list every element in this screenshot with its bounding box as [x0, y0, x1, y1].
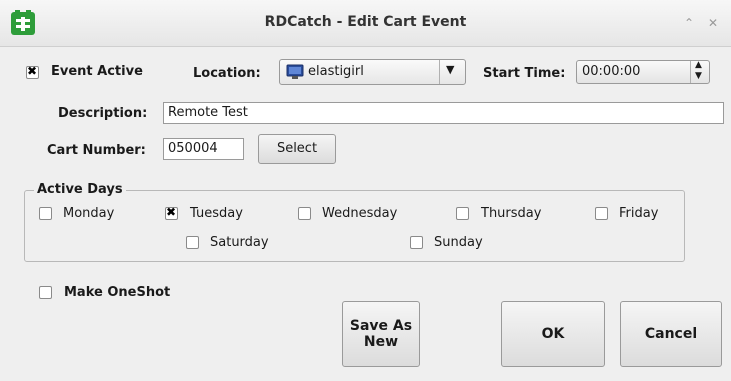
event-active-checkbox[interactable]	[26, 64, 39, 79]
chevron-down-icon: ▼	[446, 63, 455, 76]
save-as-new-line1: Save As	[349, 318, 413, 334]
edit-cart-event-dialog: RDCatch - Edit Cart Event ⌃ ✕ Event Acti…	[0, 0, 731, 381]
description-input[interactable]: Remote Test	[163, 102, 724, 124]
cancel-button[interactable]: Cancel	[620, 301, 722, 367]
save-as-new-line2: New	[363, 334, 399, 350]
location-value: elastigirl	[308, 64, 364, 79]
location-combobox[interactable]: elastigirl ▼	[279, 59, 466, 85]
monday-checkbox[interactable]	[39, 207, 52, 220]
sunday-checkbox[interactable]	[410, 236, 423, 249]
thursday-label: Thursday	[481, 206, 542, 221]
chevron-up-icon: ⌃	[683, 16, 695, 30]
description-label: Description:	[58, 106, 148, 121]
maximize-button[interactable]: ⌃	[677, 11, 701, 35]
location-label: Location:	[193, 66, 261, 81]
monday-label: Monday	[63, 206, 115, 221]
spin-down-icon[interactable]: ▼	[695, 71, 702, 81]
wednesday-checkbox[interactable]	[298, 207, 311, 220]
tuesday-checkbox[interactable]	[165, 205, 178, 220]
saturday-checkbox[interactable]	[186, 236, 199, 249]
close-button[interactable]: ✕	[701, 11, 725, 35]
saturday-label: Saturday	[210, 235, 269, 250]
cart-number-label: Cart Number:	[47, 143, 146, 158]
event-active-label: Event Active	[51, 64, 143, 79]
friday-label: Friday	[619, 206, 659, 221]
close-icon: ✕	[707, 16, 719, 30]
title-bar[interactable]: RDCatch - Edit Cart Event ⌃ ✕	[0, 0, 731, 47]
thursday-checkbox[interactable]	[456, 207, 469, 220]
tuesday-label: Tuesday	[190, 206, 243, 221]
start-time-spinbox[interactable]: 00:00:00 ▲ ▼	[576, 60, 710, 84]
spin-up-icon[interactable]: ▲	[695, 60, 702, 70]
window-title: RDCatch - Edit Cart Event	[264, 14, 467, 30]
sunday-label: Sunday	[434, 235, 483, 250]
cart-number-input[interactable]: 050004	[163, 138, 244, 160]
active-days-title: Active Days	[34, 182, 126, 197]
friday-checkbox[interactable]	[595, 207, 608, 220]
wednesday-label: Wednesday	[322, 206, 398, 221]
ok-button[interactable]: OK	[501, 301, 605, 367]
start-time-label: Start Time:	[483, 66, 566, 81]
monitor-icon	[286, 64, 304, 79]
save-as-new-button[interactable]: Save As New	[342, 301, 420, 367]
start-time-value: 00:00:00	[582, 64, 641, 79]
make-oneshot-checkbox[interactable]	[39, 286, 52, 299]
make-oneshot-label: Make OneShot	[64, 285, 171, 300]
select-cart-button[interactable]: Select	[258, 134, 336, 164]
active-days-group	[24, 190, 685, 262]
